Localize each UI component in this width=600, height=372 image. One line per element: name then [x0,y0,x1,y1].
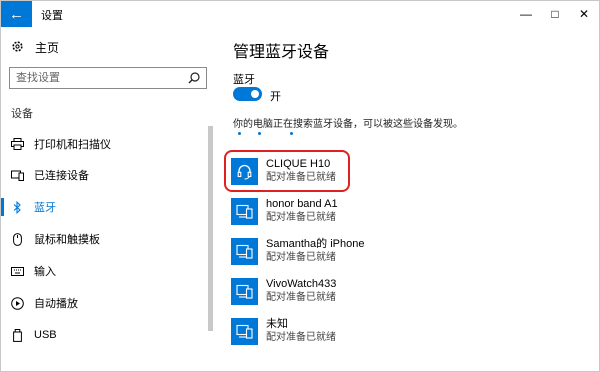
nav-scrollbar[interactable] [208,126,213,331]
device-item[interactable]: VivoWatch433 配对准备已就绪 [231,273,491,309]
progress-dot [290,132,293,135]
nav-item-usb[interactable]: USB [1,321,211,349]
home-label: 主页 [35,41,60,55]
nav-item-label: 打印机和扫描仪 [34,139,111,151]
nav-item-autoplay[interactable]: 自动播放 [1,289,211,317]
nav-item-printers[interactable]: 打印机和扫描仪 [1,130,211,158]
nav-item-typing[interactable]: 输入 [1,257,211,285]
device-name: VivoWatch433 [266,278,337,290]
printer-icon [10,138,24,150]
progress-dot [258,132,261,135]
nav-item-mouse[interactable]: 鼠标和触摸板 [1,225,211,253]
bluetooth-section-label: 蓝牙 [233,74,255,86]
page-title: 管理蓝牙设备 [233,44,330,61]
settings-window: ← 设置 — □ ✕ 主页 设备 打印机和扫描仪 已连接设备 [0,0,600,372]
toggle-knob [251,90,259,98]
close-button[interactable]: ✕ [567,1,599,27]
device-icon [231,317,258,345]
nav-item-label: 输入 [34,266,56,278]
search-box[interactable] [9,67,207,89]
device-item[interactable]: honor band A1 配对准备已就绪 [231,193,491,229]
bluetooth-toggle[interactable] [233,87,262,101]
window-title: 设置 [41,10,63,22]
autoplay-icon [10,296,24,310]
device-status: 配对准备已就绪 [266,252,336,263]
gear-icon [11,40,25,56]
title-bar: ← 设置 — □ ✕ [1,1,599,27]
nav-section-title: 设备 [11,108,33,120]
back-arrow-icon: ← [9,5,24,23]
discovery-status-text: 你的电脑正在搜索蓝牙设备，可以被这些设备发现。 [233,119,463,130]
progress-dot [238,132,241,135]
nav-item-bluetooth[interactable]: 蓝牙 [1,193,211,221]
device-status: 配对准备已就绪 [266,292,336,303]
device-icon [231,197,258,225]
nav-item-label: 已连接设备 [34,170,89,182]
phone-icon [231,237,258,265]
keyboard-icon [10,266,24,276]
nav-item-connected-devices[interactable]: 已连接设备 [1,161,211,189]
nav-item-label: 蓝牙 [34,202,56,214]
home-nav-item[interactable]: 主页 [11,39,59,56]
mouse-icon [10,232,24,246]
toggle-state-label: 开 [270,91,281,103]
search-input[interactable] [16,70,186,86]
device-name: Samantha的 iPhone [266,238,365,250]
connected-devices-icon [10,169,24,181]
usb-icon [10,328,24,342]
device-name: honor band A1 [266,198,338,210]
searching-progress-dots [238,132,308,136]
bluetooth-icon [10,200,24,214]
nav-item-label: USB [34,329,57,341]
device-item[interactable]: 未知 配对准备已就绪 [231,313,491,349]
device-status: 配对准备已就绪 [266,212,336,223]
device-name: 未知 [266,318,288,330]
back-button[interactable]: ← [1,1,32,27]
device-status: 配对准备已就绪 [266,332,336,343]
device-item[interactable]: Samantha的 iPhone 配对准备已就绪 [231,233,491,269]
device-icon [231,277,258,305]
nav-item-label: 自动播放 [34,298,78,310]
nav-item-label: 鼠标和触摸板 [34,234,100,246]
search-icon[interactable] [187,70,201,86]
highlight-ring [224,150,350,192]
